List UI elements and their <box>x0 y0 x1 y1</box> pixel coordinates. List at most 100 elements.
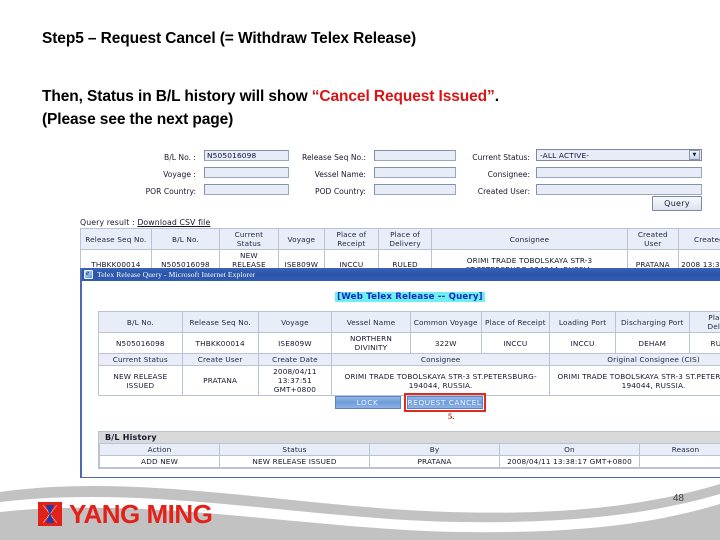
th-d2-create-date: Create Date <box>257 353 333 366</box>
th-d2-consignee: Consignee <box>331 353 551 366</box>
action-button-row: LOCK REQUEST CANCEL <box>82 393 720 412</box>
slide-canvas: Step5 – Request Cancel (= Withdraw Telex… <box>0 0 720 540</box>
th-bl-no: B/L No. <box>150 228 221 250</box>
th-d2-create-user: Create User <box>181 353 259 366</box>
request-cancel-highlight-box: REQUEST CANCEL <box>403 393 486 412</box>
td-d2-current-status: NEW RELEASE ISSUED <box>98 365 183 396</box>
request-cancel-button[interactable]: REQUEST CANCEL <box>406 396 483 409</box>
td-d2-create-user: PRATANA <box>181 365 259 396</box>
td-d2-original-consignee: ORIMI TRADE TOBOLSKAYA STR-3 ST.PETERSBU… <box>549 365 720 396</box>
slide-footer: YANG MING 48 <box>0 478 720 540</box>
popup-heading-text: [Web Telex Release -- Query] <box>335 292 485 302</box>
consignee-label: Consignee: <box>487 169 530 179</box>
td-d-place-delivery: RULED <box>688 332 720 354</box>
td-d-common-voyage: 322W <box>409 332 482 354</box>
telex-query-form: B/L No. : N505016098 Release Seq No.: Cu… <box>78 146 720 214</box>
lock-button[interactable]: LOCK <box>334 396 401 409</box>
th-d-release-seq: Release Seq No. <box>181 311 259 333</box>
yang-ming-logo-text: YANG MING <box>69 499 213 529</box>
body-highlight: “Cancel Request Issued” <box>311 88 495 105</box>
td-d-release-seq: THBKK00014 <box>181 332 259 354</box>
embedded-screenshot: B/L No. : N505016098 Release Seq No.: Cu… <box>78 146 720 479</box>
created-user-label: Created User: <box>477 186 530 196</box>
th-created-user: Created User <box>626 228 679 250</box>
th-consignee: Consignee <box>431 228 628 250</box>
bl-history-title: B/L History <box>99 432 720 444</box>
th-current-status: Current Status <box>219 228 279 250</box>
current-status-value: -ALL ACTIVE- <box>540 150 590 160</box>
query-result-line: Query result : Download CSV file <box>80 218 210 227</box>
history-header-row: Action Status By On Reason <box>99 444 720 456</box>
current-status-label: Current Status: <box>472 152 530 162</box>
th-h-on: On <box>499 444 640 456</box>
bl-no-label: B/L No. : <box>164 152 196 162</box>
body-lead: Then, Status in B/L history will show <box>42 88 312 105</box>
consignee-input[interactable] <box>536 167 702 178</box>
history-row: ADD NEW NEW RELEASE ISSUED PRATANA 2008/… <box>99 455 720 468</box>
td-d2-consignee: ORIMI TRADE TOBOLSKAYA STR-3 ST.PETERSBU… <box>331 365 551 396</box>
created-user-input[interactable] <box>536 184 702 195</box>
query-button[interactable]: Query <box>652 196 702 211</box>
detail-header-row-1: B/L No. Release Seq No. Voyage Vessel Na… <box>98 311 720 333</box>
telex-detail-table: B/L No. Release Seq No. Voyage Vessel Na… <box>98 311 720 396</box>
por-country-input[interactable] <box>204 184 289 195</box>
th-d-bl-no: B/L No. <box>98 311 183 333</box>
release-seq-input[interactable] <box>374 150 456 161</box>
td-d-place-receipt: INCCU <box>480 332 551 354</box>
page-number: 48 <box>672 493 684 504</box>
popup-body: [Web Telex Release -- Query] B/L No. Rel… <box>82 281 720 477</box>
th-voyage: Voyage <box>277 228 326 250</box>
detail-value-row-1: N505016098 THBKK00014 ISE809W NORTHERN D… <box>98 332 720 354</box>
td-d-bl-no: N505016098 <box>98 332 183 354</box>
popup-title-bar[interactable]: Telex Release Query - Microsoft Internet… <box>82 268 720 281</box>
td-h-reason <box>639 455 720 468</box>
pod-country-label: POD Country: <box>315 186 366 196</box>
td-d-loading-port: INCCU <box>549 332 617 354</box>
current-status-select[interactable]: -ALL ACTIVE- ▼ <box>536 149 702 161</box>
por-country-label: POR Country: <box>145 186 196 196</box>
bl-no-input[interactable]: N505016098 <box>204 150 289 161</box>
download-csv-link[interactable]: Download CSV file <box>137 218 210 227</box>
body-tail: . <box>494 88 499 105</box>
yang-ming-logo: YANG MING <box>38 499 213 529</box>
pod-country-input[interactable] <box>374 184 456 195</box>
th-d-voyage: Voyage <box>257 311 333 333</box>
table-header-row: Release Seq No. B/L No. Current Status V… <box>80 228 720 250</box>
th-h-by: By <box>369 444 500 456</box>
td-d-vessel-name: NORTHERN DIVINITY <box>331 332 411 354</box>
th-release-seq: Release Seq No. <box>80 228 152 250</box>
step-title: Step5 – Request Cancel (= Withdraw Telex… <box>42 30 417 47</box>
telex-release-query-popup: Telex Release Query - Microsoft Internet… <box>80 268 720 479</box>
bl-history-table: Action Status By On Reason ADD NEW NEW R… <box>99 444 720 468</box>
body-note: (Please see the next page) <box>42 111 234 128</box>
internet-explorer-icon <box>84 269 93 279</box>
voyage-label: Voyage : <box>163 169 196 179</box>
th-d-place-delivery: Place of Delivery <box>688 311 720 333</box>
th-d-discharging-port: Discharging Port <box>615 311 690 333</box>
td-d-discharging-port: DEHAM <box>615 332 690 354</box>
th-d-loading-port: Loading Port <box>549 311 617 333</box>
td-h-by: PRATANA <box>369 455 500 468</box>
th-h-status: Status <box>219 444 370 456</box>
td-d-voyage: ISE809W <box>257 332 333 354</box>
voyage-input[interactable] <box>204 167 289 178</box>
th-d-common-voyage: Common Voyage <box>409 311 482 333</box>
th-place-receipt: Place of Receipt <box>324 228 379 250</box>
th-place-delivery: Place of Delivery <box>377 228 433 250</box>
detail-value-row-2: NEW RELEASE ISSUED PRATANA 2008/04/11 13… <box>98 365 720 396</box>
yang-ming-mark-icon <box>38 502 62 526</box>
bl-history-panel: B/L History Action Status By On Reason A… <box>98 431 720 469</box>
td-h-status: NEW RELEASE ISSUED <box>219 455 370 468</box>
chevron-down-icon[interactable]: ▼ <box>689 150 700 160</box>
release-seq-label: Release Seq No.: <box>302 152 366 162</box>
popup-window-title: Telex Release Query - Microsoft Internet… <box>97 270 256 279</box>
th-h-action: Action <box>99 444 220 456</box>
td-h-on: 2008/04/11 13:38:17 GMT+0800 <box>499 455 640 468</box>
th-h-reason: Reason <box>639 444 720 456</box>
th-d2-current-status: Current Status <box>98 353 183 366</box>
th-d-vessel-name: Vessel Name <box>331 311 411 333</box>
td-h-action: ADD NEW <box>99 455 220 468</box>
query-result-label: Query result : <box>80 218 138 227</box>
th-created-date: Created <box>677 228 720 250</box>
vessel-name-input[interactable] <box>374 167 456 178</box>
